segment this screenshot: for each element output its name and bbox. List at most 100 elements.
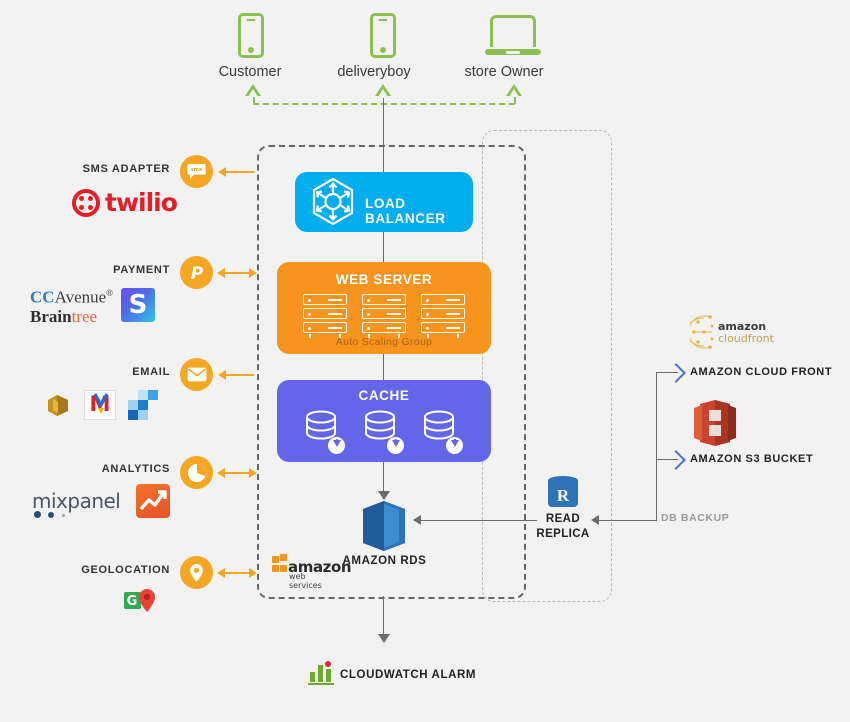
chevron-right-icon-s3 <box>666 450 686 470</box>
rds-hexagon-icon <box>361 500 407 552</box>
paypal-glyph: P <box>190 264 203 283</box>
client-label-deliveryboy: deliveryboy <box>337 64 411 80</box>
adapter-label-sms: SMS ADAPTER <box>82 163 170 175</box>
load-balancer-box[interactable]: LOAD BALANCER <box>295 172 473 232</box>
geolocation-arrow-head-right <box>249 568 257 578</box>
cache-to-rds-arrowhead <box>378 491 390 500</box>
chart-tile-logo <box>136 484 171 518</box>
payment-logos: CCAvenue® Braintree S <box>30 284 156 326</box>
google-maps-logo: G <box>124 588 158 620</box>
sms-bubble-glyph: sms <box>187 164 206 179</box>
cache-box[interactable]: CACHE <box>277 380 491 462</box>
braintree-text-a: Brain <box>30 306 72 326</box>
braintree-text-b: tree <box>71 306 98 326</box>
sms-arrow-line <box>222 171 254 173</box>
up-arrow-store-owner <box>506 84 522 98</box>
read-replica-label-line1: READ <box>545 513 581 525</box>
web-server-label: WEB SERVER <box>335 272 433 287</box>
read-replica-letter: R <box>556 486 570 505</box>
amazon-s3-bucket-label: AMAZON S3 BUCKET <box>690 453 814 465</box>
client-label-store-owner: store Owner <box>464 64 544 80</box>
cache-node-icon-3 <box>423 410 463 454</box>
amazon-ses-logo <box>44 391 72 419</box>
lb-to-web-connector <box>383 232 384 262</box>
svg-text:sms: sms <box>191 167 203 173</box>
read-replica-label-line2: REPLICA <box>536 528 590 540</box>
client-label-customer: Customer <box>218 64 282 80</box>
analytics-logos: mixpanel <box>32 484 171 518</box>
cloudfront-globe-icon <box>690 315 714 349</box>
read-replica-db-icon: R <box>548 476 578 510</box>
up-arrow-customer <box>245 84 261 98</box>
email-arrow-line <box>222 374 254 376</box>
email-arrow-head-left <box>218 370 226 380</box>
paypal-icon[interactable]: P <box>180 256 213 289</box>
mandrill-logo: M <box>84 390 116 420</box>
cloudwatch-alarm-icon <box>308 661 334 685</box>
cache-to-rds-connector <box>383 462 384 492</box>
mobile-phone-icon-customer <box>238 13 264 58</box>
db-backup-connector-horizontal <box>597 520 657 521</box>
payment-arrow-line <box>222 272 250 274</box>
mixpanel-logo: mixpanel <box>32 489 121 518</box>
cache-node-icon-2 <box>364 410 404 454</box>
payment-arrow-head-left <box>217 268 225 278</box>
replica-to-rds-arrowhead <box>413 515 421 525</box>
server-rack-icon-2 <box>362 294 406 338</box>
amazon-cloudfront-label: AMAZON CLOUD FRONT <box>690 366 833 378</box>
amazon-cloudfront-logo: amazon cloudfront <box>690 310 774 356</box>
load-balancer-label: LOAD BALANCER <box>365 196 446 226</box>
mobile-phone-icon-deliveryboy <box>370 13 396 58</box>
braintree-logo: Braintree <box>30 307 113 326</box>
client-return-path <box>253 103 515 105</box>
ccavenue-text-a: CC <box>30 287 55 307</box>
envelope-icon[interactable] <box>180 358 213 391</box>
map-pin-glyph <box>190 563 203 582</box>
clock-pie-icon[interactable] <box>180 456 213 489</box>
ccavenue-logo: CCAvenue® <box>30 287 114 307</box>
replica-to-rds-connector <box>419 520 537 521</box>
mixpanel-logo-text: mixpanel <box>32 489 121 513</box>
email-logos: M <box>44 390 158 420</box>
laptop-icon-store-owner <box>485 15 541 57</box>
amazon-s3-logo <box>692 398 738 448</box>
geolocation-arrow-line <box>222 572 250 574</box>
adapter-label-analytics: ANALYTICS <box>101 463 170 475</box>
cloudwatch-alarm-label: CLOUDWATCH ALARM <box>340 669 477 681</box>
amazon-web-services-logo: amazon web services <box>270 552 352 590</box>
adapter-label-email: EMAIL <box>132 366 170 378</box>
cloudfront-logo-text-b: cloudfront <box>718 332 774 345</box>
ccavenue-text-b: Avenue <box>54 287 107 307</box>
cache-label: CACHE <box>358 388 410 403</box>
analytics-arrow-head-right <box>249 468 257 478</box>
payment-arrow-head-right <box>249 268 257 278</box>
db-backup-riser <box>656 372 657 521</box>
adapter-label-geolocation: GEOLOCATION <box>81 564 170 576</box>
server-rack-icon-1 <box>303 294 347 338</box>
adapter-label-payment: PAYMENT <box>113 264 170 276</box>
aws-logo-subtext: web services <box>289 572 322 590</box>
analytics-arrow-head-left <box>217 468 225 478</box>
svg-text:P: P <box>190 264 203 283</box>
analytics-arrow-line <box>222 472 250 474</box>
svg-text:G: G <box>127 594 138 609</box>
cache-node-icon-1 <box>305 410 345 454</box>
sms-bubble-icon[interactable]: sms <box>180 155 213 188</box>
up-arrow-deliveryboy <box>375 84 391 98</box>
web-to-cache-connector <box>383 354 384 380</box>
sendgrid-logo <box>128 390 158 420</box>
twilio-mark-icon <box>72 188 100 217</box>
db-backup-label: DB BACKUP <box>661 512 730 524</box>
clock-pie-glyph <box>187 463 206 482</box>
map-pin-icon[interactable] <box>180 556 213 589</box>
auto-scaling-group-label: Auto Scaling Group <box>335 336 433 348</box>
web-server-box[interactable]: WEB SERVER Auto Scaling Group <box>277 262 491 354</box>
rds-to-cloudwatch-connector <box>383 596 384 636</box>
server-rack-icon-3 <box>421 294 465 338</box>
sms-arrow-head-left <box>218 167 226 177</box>
chevron-right-icon-cloudfront <box>666 363 686 383</box>
db-backup-arrowhead <box>591 515 599 525</box>
twilio-logo: twilio <box>72 188 178 217</box>
geolocation-arrow-head-left <box>217 568 225 578</box>
stripe-logo: S <box>121 287 156 322</box>
